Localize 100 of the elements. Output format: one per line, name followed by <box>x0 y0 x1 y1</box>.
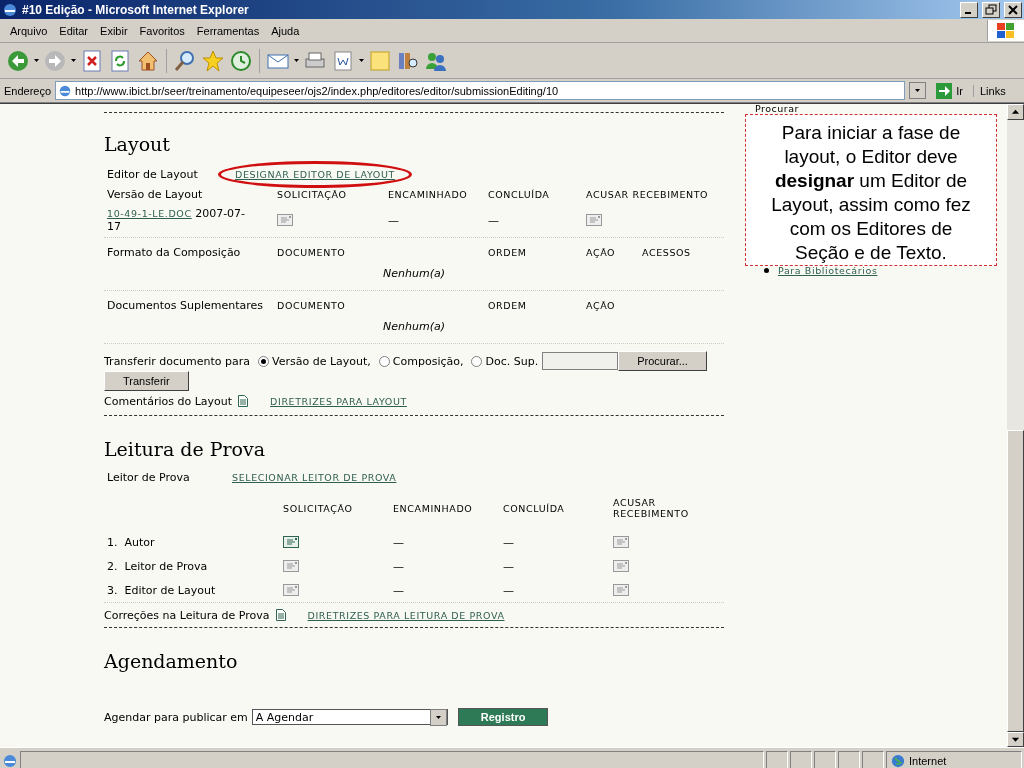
window-title: #10 Edição - Microsoft Internet Explorer <box>22 2 250 17</box>
caret-icon[interactable] <box>359 59 364 62</box>
column-header: CONCLUÍDA <box>488 188 551 200</box>
globe-icon <box>891 753 905 768</box>
callout-note: Para iniciar a fase de layout, o Editor deve designar um Editor de Layout, assim como fez com os Editores de Seção e de Texto. <box>745 114 997 266</box>
envelope-icon[interactable] <box>283 584 299 596</box>
word-icon[interactable] <box>331 48 355 73</box>
menu-item[interactable]: Exibir <box>94 22 134 39</box>
column-header: SOLICITAÇÃO <box>283 502 354 514</box>
menu-item[interactable]: Ajuda <box>265 22 306 39</box>
column-header: ACESSOS <box>642 247 692 258</box>
status-pane <box>766 751 788 768</box>
radio-button[interactable] <box>378 355 390 367</box>
column-header: SOLICITAÇÃO <box>277 188 348 200</box>
file-entry: 10-49-1-LE.DOC 2007-07-17 <box>106 207 247 233</box>
status-pane <box>862 751 884 768</box>
column-header: AÇÃO <box>586 300 617 311</box>
refresh-icon[interactable] <box>108 48 132 73</box>
page-icon <box>2 752 18 768</box>
column-header: DOCUMENTO <box>277 300 347 311</box>
radio-label: Versão de Layout, <box>272 354 371 368</box>
status-pane <box>790 751 812 768</box>
caret-icon[interactable] <box>915 89 921 92</box>
section-label: Documentos Suplementares <box>106 299 264 312</box>
page-icon <box>58 83 73 98</box>
document-icon[interactable] <box>238 395 249 407</box>
assign-link[interactable]: DESIGNAR EDITOR DE LAYOUT <box>235 168 395 180</box>
status-pane <box>814 751 836 768</box>
envelope-icon[interactable] <box>283 560 299 572</box>
caret-icon[interactable] <box>34 59 39 62</box>
scroll-up-icon[interactable] <box>1007 104 1024 120</box>
sidebar-link[interactable]: Para Bibliotecários <box>778 265 878 276</box>
status-dash: — <box>503 535 515 549</box>
field-label: Comentários do Layout <box>104 394 233 408</box>
upload-button[interactable]: Transferir <box>104 371 189 391</box>
column-header: DOCUMENTO <box>277 247 347 258</box>
column-header: ORDEM <box>488 247 528 258</box>
windows-logo-icon <box>996 21 1016 40</box>
address-field[interactable]: http://www.ibict.br/seer/treinamento/equipeseer/ojs2/index.php/editores/editor/submissionEditing/10 <box>55 81 906 100</box>
history-icon[interactable] <box>229 48 253 73</box>
envelope-icon[interactable] <box>613 536 629 548</box>
menu-item[interactable]: Editar <box>53 22 95 39</box>
empty-message: Nenhum(a) <box>382 319 446 335</box>
guidelines-link[interactable]: DIRETRIZES PARA LAYOUT <box>270 395 407 407</box>
field-label: Leitor de Prova <box>106 470 191 484</box>
menu-item[interactable]: Arquivo <box>4 22 54 39</box>
guidelines-link[interactable]: DIRETRIZES PARA LEITURA DE PROVA <box>307 609 505 621</box>
radio-label: Doc. Sup. <box>485 354 539 368</box>
column-header: ENCAMINHADO <box>388 188 469 200</box>
status-dash: — <box>393 583 405 597</box>
file-link[interactable]: 10-49-1-LE.DOC <box>107 208 192 219</box>
envelope-icon[interactable] <box>277 214 293 226</box>
status-pane <box>838 751 860 768</box>
status-dash: — <box>503 583 515 597</box>
links-label[interactable]: Links <box>973 84 1020 97</box>
caret-icon[interactable] <box>294 59 299 62</box>
column-header: ORDEM <box>488 300 528 311</box>
browser-icon <box>2 1 18 18</box>
search-icon[interactable] <box>173 48 197 73</box>
participant-name: 2. Leitor de Prova <box>106 559 209 573</box>
envelope-icon[interactable] <box>613 560 629 572</box>
menu-item[interactable]: Favoritos <box>133 22 191 39</box>
address-label: Endereço <box>4 84 52 97</box>
back-icon[interactable] <box>6 48 30 73</box>
go-button[interactable]: Ir <box>930 82 969 99</box>
status-dash: — <box>503 559 515 573</box>
restore-icon[interactable] <box>982 1 1000 18</box>
field-label: Editor de Layout <box>106 167 199 181</box>
field-label: Versão de Layout <box>106 187 204 201</box>
browse-button[interactable]: Procurar... <box>618 351 707 371</box>
stop-icon[interactable] <box>80 48 104 73</box>
radio-button[interactable] <box>258 355 270 367</box>
menu-item[interactable]: Ferramentas <box>190 22 266 39</box>
caret-icon[interactable] <box>435 715 441 719</box>
section-heading: Leitura de Prova <box>104 437 267 462</box>
column-header: CONCLUÍDA <box>503 502 566 514</box>
record-button[interactable]: Registro <box>457 708 549 726</box>
caret-icon[interactable] <box>71 59 76 62</box>
radio-button[interactable] <box>471 355 483 367</box>
column-header: ACUSAR RECEBIMENTO <box>586 188 710 200</box>
close-icon[interactable] <box>1004 1 1022 18</box>
envelope-icon[interactable] <box>586 214 602 226</box>
participant-name: 3. Editor de Layout <box>106 583 217 597</box>
participant-name: 1. Autor <box>106 535 156 549</box>
document-icon[interactable] <box>275 609 286 621</box>
envelope-icon[interactable] <box>283 536 299 548</box>
column-header: ACUSAR RECEBIMENTO <box>613 497 690 519</box>
section-heading: Layout <box>104 132 171 157</box>
column-header: AÇÃO <box>586 247 617 258</box>
field-label: Correções na Leitura de Prova <box>104 608 270 622</box>
field-label: Agendar para publicar em <box>104 710 248 724</box>
schedule-select[interactable]: A Agendar <box>251 709 448 725</box>
file-field[interactable] <box>542 352 619 370</box>
select-link[interactable]: SELECIONAR LEITOR DE PROVA <box>232 471 397 483</box>
scrollbar-thumb[interactable] <box>1007 429 1024 732</box>
status-dash: — <box>488 213 500 227</box>
envelope-icon[interactable] <box>613 584 629 596</box>
zone-label: Internet <box>909 754 947 767</box>
minimize-icon[interactable] <box>960 1 978 18</box>
star-icon[interactable] <box>201 48 225 73</box>
